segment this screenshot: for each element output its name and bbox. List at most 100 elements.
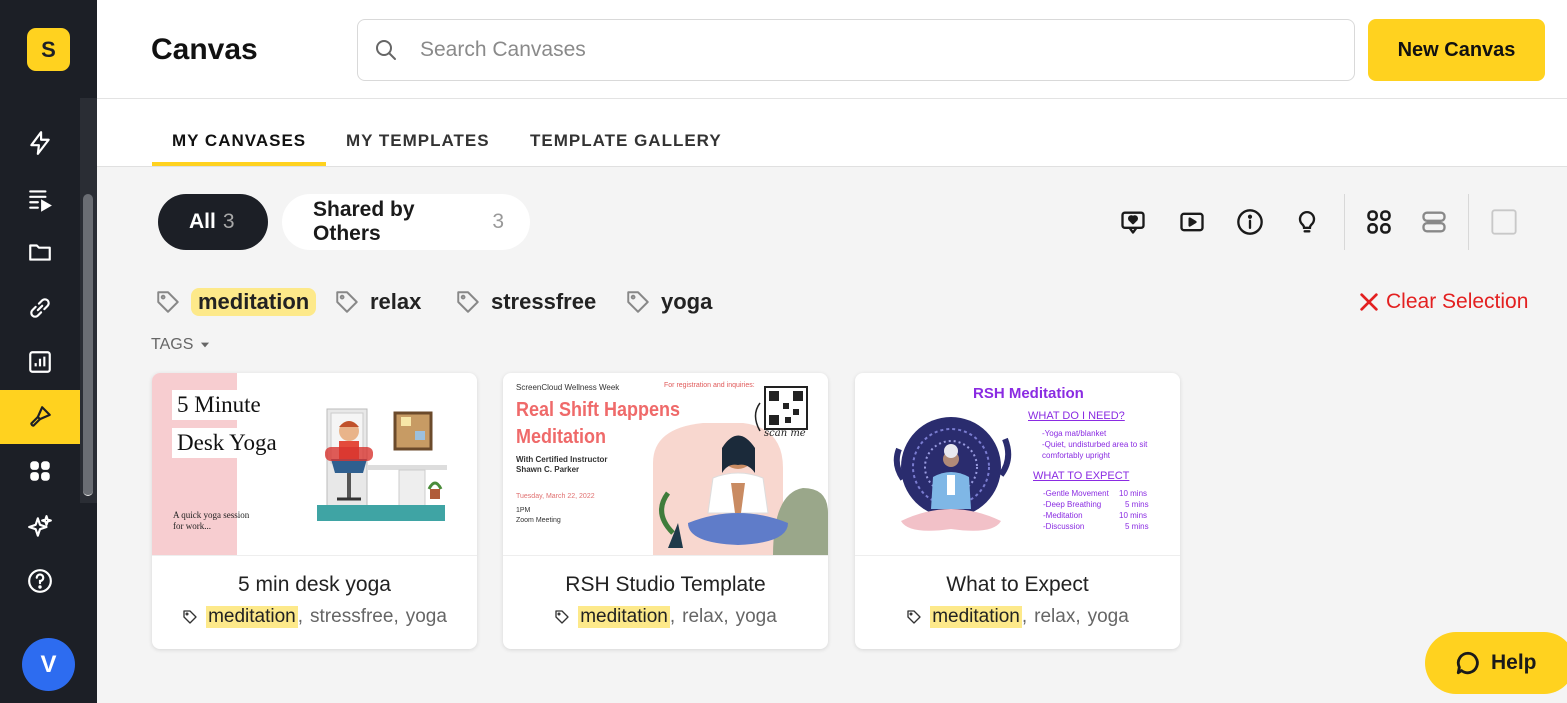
close-icon <box>1360 293 1378 311</box>
help-label: Help <box>1491 651 1537 674</box>
card-tag: relax <box>682 606 724 627</box>
list-view-button[interactable] <box>1418 206 1450 238</box>
thumb-date: Tuesday, March 22, 2022 <box>516 493 595 500</box>
tag-chip-stressfree[interactable]: stressfree <box>455 286 596 318</box>
sidebar-item-help[interactable] <box>0 554 80 608</box>
sidebar-item-dashboards[interactable] <box>0 335 80 389</box>
tab-my-canvases[interactable]: MY CANVASES <box>172 131 306 151</box>
thumb-heading: RSH Meditation <box>973 385 1084 402</box>
search-box[interactable] <box>357 19 1355 81</box>
sidebar-item-media[interactable] <box>0 225 80 279</box>
cast-button[interactable] <box>1117 206 1149 238</box>
tag-chip-label: yoga <box>661 289 713 314</box>
sparkle-icon <box>28 515 52 537</box>
canvas-thumbnail[interactable]: RSH Meditation WHAT DO I NEED? -Yoga mat… <box>855 373 1180 556</box>
thumb-need-line: -Yoga mat/blanket <box>1042 429 1107 438</box>
tags-toggle[interactable]: TAGS <box>151 336 212 354</box>
thumb-subtitle: A quick yoga session for work... <box>173 510 250 531</box>
play-icon <box>1180 212 1204 232</box>
tag-icon <box>157 291 179 313</box>
avatar[interactable]: V <box>22 638 75 691</box>
sidebar-item-apps[interactable] <box>0 444 80 498</box>
filter-all-label: All <box>189 210 216 233</box>
thumb-expect-line: -Discussion <box>1043 522 1085 531</box>
filter-all-count: 3 <box>222 210 235 233</box>
brush-icon <box>30 406 51 427</box>
tag-chip-yoga[interactable]: yoga <box>625 286 712 318</box>
tab-my-templates[interactable]: MY TEMPLATES <box>346 131 490 151</box>
search-input[interactable] <box>420 38 1320 62</box>
thumb-time-line: 1PM <box>516 507 531 514</box>
thumb-expect-time: 10 mins <box>1119 489 1148 498</box>
card-tags: meditation, relax, yoga <box>503 606 828 628</box>
tab-template-gallery[interactable]: TEMPLATE GALLERY <box>530 131 722 151</box>
card-title: 5 min desk yoga <box>238 573 391 596</box>
canvas-card[interactable]: 5 Minute Desk Yoga A quick yoga session … <box>152 373 477 649</box>
lightning-icon <box>30 131 50 155</box>
page-title: Canvas <box>151 33 258 66</box>
thumb-expect-heading: WHAT TO EXPECT <box>1033 470 1130 482</box>
playlist-icon <box>29 190 52 212</box>
link-icon <box>30 298 50 318</box>
thumb-org: ScreenCloud Wellness Week <box>516 383 620 392</box>
info-button[interactable] <box>1234 206 1266 238</box>
tag-chip-label: meditation <box>191 288 317 316</box>
card-tag: stressfree <box>310 606 394 627</box>
card-tag: meditation <box>930 606 1022 628</box>
thumb-expect-line: -Gentle Movement <box>1043 489 1109 498</box>
card-tag: relax <box>1034 606 1076 627</box>
select-all-checkbox[interactable] <box>1488 206 1520 238</box>
thumb-heading1: Real Shift Happens <box>516 399 681 421</box>
canvas-thumbnail[interactable]: 5 Minute Desk Yoga A quick yoga session … <box>152 373 477 556</box>
tag-icon <box>907 610 921 624</box>
tag-chip-relax[interactable]: relax <box>334 286 421 318</box>
sidebar-item-playlists[interactable] <box>0 116 80 170</box>
search-icon <box>376 40 396 60</box>
filter-shared-by-others[interactable]: Shared by Others 3 <box>282 194 530 250</box>
active-tab-indicator <box>152 162 326 166</box>
thumb-instructor: With Certified Instructor Shawn C. Parke… <box>516 455 607 475</box>
grid-view-button[interactable] <box>1363 206 1395 238</box>
canvas-thumbnail[interactable]: ScreenCloud Wellness Week For registrati… <box>503 373 828 556</box>
tips-button[interactable] <box>1291 206 1323 238</box>
help-button[interactable]: Help <box>1425 632 1567 694</box>
sidebar-item-links[interactable] <box>0 281 80 335</box>
sidebar: S V <box>0 0 97 703</box>
clear-selection-label: Clear Selection <box>1386 290 1529 313</box>
tag-icon <box>627 291 649 313</box>
clear-selection-button[interactable]: Clear Selection <box>1358 290 1528 314</box>
app-logo[interactable]: S <box>27 28 70 71</box>
sidebar-scrollbar-thumb[interactable] <box>83 194 93 496</box>
card-tags: meditation, relax, yoga <box>855 606 1180 628</box>
sidebar-item-canvas[interactable] <box>0 390 80 444</box>
info-icon <box>1237 209 1263 235</box>
header: Canvas New Canvas <box>97 0 1567 99</box>
canvas-card[interactable]: ScreenCloud Wellness Week For registrati… <box>503 373 828 649</box>
card-tag: yoga <box>405 606 447 627</box>
sidebar-item-playlist[interactable] <box>0 172 80 226</box>
tag-chip-meditation[interactable]: meditation <box>155 286 317 318</box>
new-canvas-button[interactable]: New Canvas <box>1368 19 1545 81</box>
chat-bubble-icon <box>1456 651 1479 675</box>
apps-icon <box>30 461 50 481</box>
sidebar-scrollbar[interactable] <box>80 98 97 503</box>
card-tag: yoga <box>735 606 777 627</box>
thumb-expect-line: -Meditation <box>1043 511 1083 520</box>
card-tag: yoga <box>1087 606 1129 627</box>
card-tag: meditation <box>578 606 670 628</box>
filter-all[interactable]: All 3 <box>158 194 268 250</box>
thumb-instructor-line1: With Certified Instructor <box>516 455 608 464</box>
thumb-expect-line: -Deep Breathing <box>1043 500 1102 509</box>
thumb-expect-time: 10 mins <box>1119 511 1148 520</box>
screen-heart-icon <box>1121 211 1145 234</box>
tag-chip-label: relax <box>370 289 422 314</box>
sidebar-item-whats-new[interactable] <box>0 500 80 554</box>
card-title: RSH Studio Template <box>565 573 766 596</box>
toolbar-divider <box>1344 194 1345 250</box>
card-tag: meditation <box>206 606 298 628</box>
thumb-expect-time: 5 mins <box>1125 522 1149 531</box>
preview-button[interactable] <box>1176 206 1208 238</box>
desk-yoga-illustration <box>317 408 447 521</box>
tag-icon <box>555 610 569 624</box>
canvas-card[interactable]: RSH Meditation WHAT DO I NEED? -Yoga mat… <box>855 373 1180 649</box>
